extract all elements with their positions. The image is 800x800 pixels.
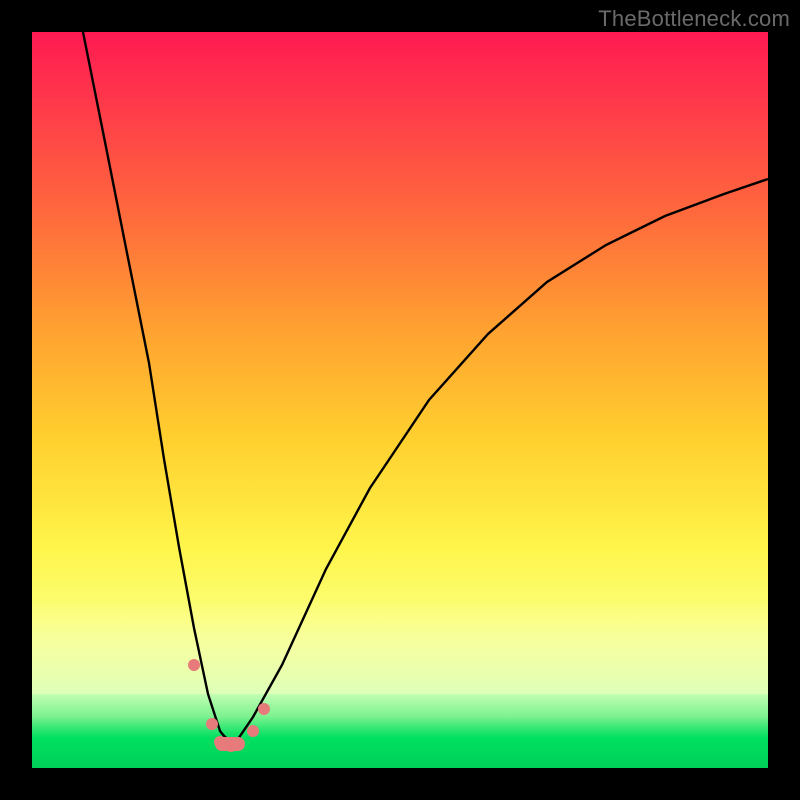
chart-frame: TheBottleneck.com (0, 0, 800, 800)
highlight-dots (188, 659, 270, 752)
watermark-text: TheBottleneck.com (598, 6, 790, 32)
chart-svg (32, 32, 768, 768)
plot-area (32, 32, 768, 768)
bottleneck-curve (83, 32, 768, 741)
